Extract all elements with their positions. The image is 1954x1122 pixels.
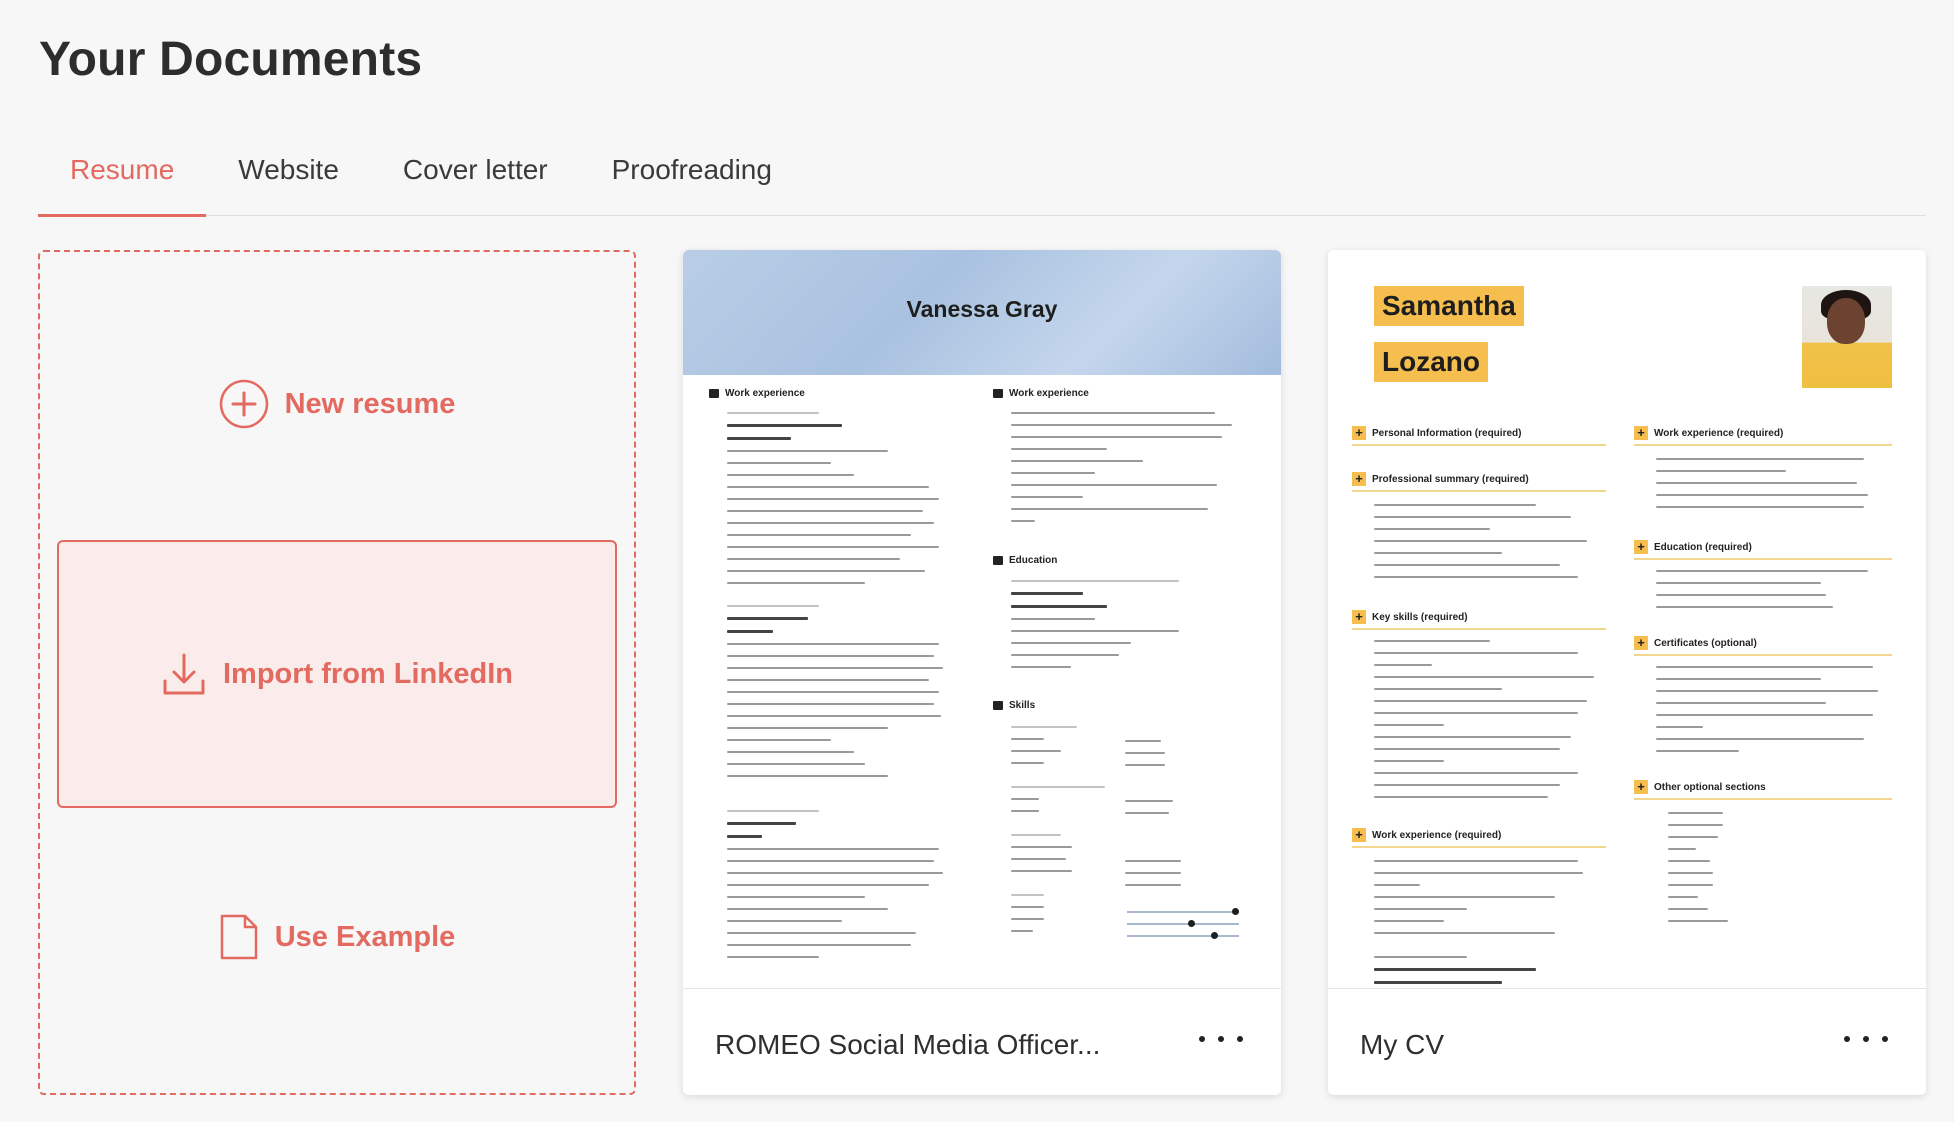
- preview-text-block: [1656, 458, 1892, 518]
- preview-section-rule: [1352, 846, 1606, 848]
- preview-text-block: [727, 605, 957, 787]
- preview-text-block: [1374, 860, 1606, 988]
- preview-text-block: [1656, 570, 1892, 618]
- tab-cover-letter[interactable]: Cover letter: [371, 148, 580, 216]
- use-example-button[interactable]: Use Example: [40, 902, 634, 972]
- download-icon: [161, 651, 207, 697]
- preview-person-name: Vanessa Gray: [906, 296, 1058, 322]
- preview-text-block: [1011, 726, 1121, 942]
- preview-first-name: Samantha: [1374, 286, 1524, 326]
- preview-text-block: [727, 412, 957, 594]
- preview-section-heading: + Key skills (required): [1352, 610, 1468, 624]
- skill-level-marker: [1188, 920, 1195, 927]
- document-card[interactable]: Samantha Lozano + Personal Information (r…: [1328, 250, 1926, 1095]
- profile-photo: [1802, 286, 1892, 388]
- preview-section-heading: + Personal Information (required): [1352, 426, 1521, 440]
- import-linkedin-button[interactable]: Import from LinkedIn: [57, 540, 617, 808]
- preview-section-rule: [1634, 798, 1892, 800]
- preview-section-heading: + Education (required): [1634, 540, 1752, 554]
- tab-resume[interactable]: Resume: [38, 148, 207, 217]
- more-options-icon[interactable]: [1844, 1019, 1888, 1059]
- preview-section-rule: [1352, 444, 1606, 446]
- skill-level-bar: [1127, 911, 1239, 913]
- resume-preview-thumbnail: Vanessa Gray Work experience Work experi…: [683, 250, 1281, 988]
- preview-section-heading: Education: [993, 555, 1057, 566]
- skill-level-marker: [1211, 932, 1218, 939]
- preview-text-block: [1011, 412, 1251, 532]
- preview-text-block: [1374, 504, 1606, 588]
- preview-header-banner: Vanessa Gray: [683, 250, 1281, 375]
- preview-last-name: Lozano: [1374, 342, 1488, 382]
- preview-text-block: [727, 810, 957, 968]
- preview-section-heading: Skills: [993, 700, 1035, 711]
- preview-section-rule: [1634, 654, 1892, 656]
- preview-section-heading: + Work experience (required): [1352, 828, 1501, 842]
- skill-level-marker: [1232, 908, 1239, 915]
- tab-website[interactable]: Website: [206, 148, 371, 216]
- document-card-footer: ROMEO Social Media Officer...: [683, 988, 1281, 1095]
- preview-text-block: [1656, 666, 1892, 762]
- preview-section-heading: Work experience: [993, 388, 1089, 399]
- page-title: Your Documents: [39, 33, 423, 86]
- preview-text-block: [1011, 580, 1251, 678]
- new-resume-button[interactable]: New resume: [40, 372, 634, 436]
- use-example-label: Use Example: [274, 920, 456, 953]
- new-resume-label: New resume: [284, 387, 456, 420]
- preview-text-block: [1125, 740, 1205, 896]
- document-icon: [219, 913, 259, 961]
- preview-section-heading: + Professional summary (required): [1352, 472, 1529, 486]
- resume-preview-thumbnail: Samantha Lozano + Personal Information (r…: [1328, 250, 1926, 988]
- preview-section-rule: [1352, 628, 1606, 630]
- plus-circle-icon: [219, 379, 269, 429]
- preview-section-heading: + Certificates (optional): [1634, 636, 1757, 650]
- preview-text-block: [1374, 640, 1606, 808]
- import-linkedin-label: Import from LinkedIn: [223, 657, 513, 690]
- tab-proofreading[interactable]: Proofreading: [580, 148, 804, 216]
- document-name[interactable]: ROMEO Social Media Officer...: [715, 1029, 1100, 1061]
- preview-section-rule: [1634, 558, 1892, 560]
- preview-section-heading: Work experience: [709, 388, 805, 399]
- preview-section-heading: + Work experience (required): [1634, 426, 1783, 440]
- preview-text-block: [1668, 812, 1768, 932]
- preview-section-rule: [1352, 490, 1606, 492]
- create-document-card: New resume Import from LinkedIn Use Exam…: [38, 250, 636, 1095]
- skill-level-bar: [1127, 923, 1239, 925]
- document-card[interactable]: Vanessa Gray Work experience Work experi…: [683, 250, 1281, 1095]
- preview-section-heading: + Other optional sections: [1634, 780, 1766, 794]
- document-tabs: Resume Website Cover letter Proofreading: [38, 148, 1926, 217]
- skill-level-bar: [1127, 935, 1239, 937]
- preview-section-rule: [1634, 444, 1892, 446]
- document-name[interactable]: My CV: [1360, 1029, 1444, 1061]
- more-options-icon[interactable]: [1199, 1019, 1243, 1059]
- document-card-footer: My CV: [1328, 988, 1926, 1095]
